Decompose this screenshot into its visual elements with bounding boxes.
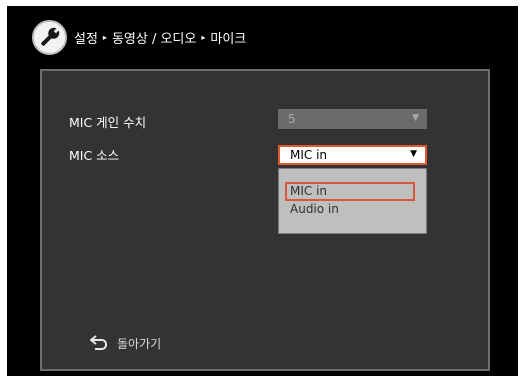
header-bar: 설정 ▸ 동영상 / 오디오 ▸ 마이크 — [7, 6, 518, 66]
mic-gain-select: 5 ▼ — [278, 109, 427, 129]
breadcrumb-separator: ▸ — [102, 32, 107, 42]
option-audio-in[interactable]: Audio in — [285, 201, 415, 220]
settings-panel: MIC 게인 수치 5 ▼ MIC 소스 MIC in ▼ MIC in Aud… — [40, 69, 490, 371]
back-button[interactable]: 돌아가기 — [89, 333, 161, 353]
mic-source-label: MIC 소스 — [69, 148, 120, 163]
return-arrow-icon — [90, 335, 107, 350]
breadcrumb-separator: ▸ — [201, 32, 206, 42]
mic-gain-value: 5 — [288, 112, 296, 126]
breadcrumb: 설정 ▸ 동영상 / 오디오 ▸ 마이크 — [74, 28, 247, 47]
chevron-down-icon: ▼ — [412, 113, 419, 123]
breadcrumb-item-video-audio[interactable]: 동영상 / 오디오 — [112, 28, 196, 47]
breadcrumb-item-settings[interactable]: 설정 — [74, 28, 98, 47]
mic-source-dropdown: MIC in Audio in — [278, 168, 427, 234]
screen: 설정 ▸ 동영상 / 오디오 ▸ 마이크 MIC 게인 수치 5 ▼ MIC 소… — [7, 6, 518, 376]
chevron-down-icon[interactable]: ▼ — [410, 149, 417, 159]
mic-gain-label: MIC 게인 수치 — [69, 115, 147, 130]
option-mic-in[interactable]: MIC in — [285, 182, 415, 201]
wrench-icon — [32, 20, 67, 55]
mic-source-value: MIC in — [290, 148, 328, 162]
breadcrumb-item-microphone: 마이크 — [210, 31, 247, 47]
back-label: 돌아가기 — [117, 336, 162, 351]
mic-source-select[interactable]: MIC in ▼ — [278, 145, 427, 165]
